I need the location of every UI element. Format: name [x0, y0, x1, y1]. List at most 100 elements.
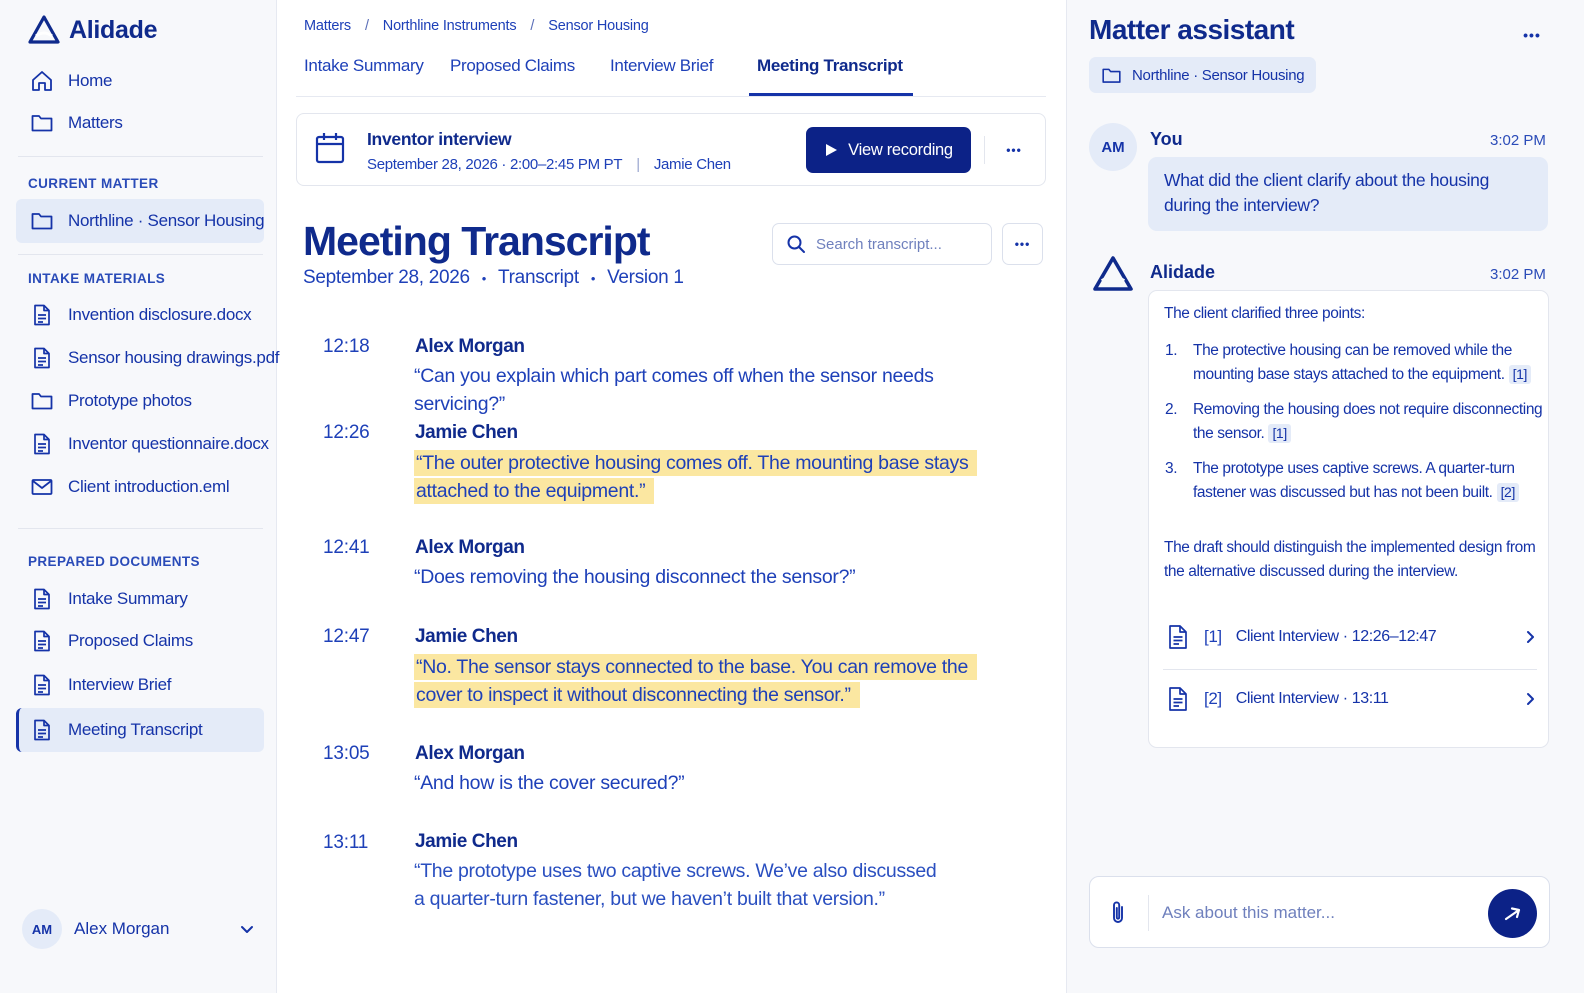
- search-icon: [787, 235, 805, 253]
- citation-badge[interactable]: [1]: [1508, 365, 1531, 384]
- meta-dot: •: [590, 271, 596, 286]
- speaker-name: Alex Morgan: [415, 336, 525, 357]
- avatar: AM: [22, 909, 62, 949]
- chat-composer: [1089, 876, 1550, 948]
- calendar-icon: [315, 133, 345, 164]
- ai-intro: The client clarified three points:: [1164, 305, 1365, 322]
- meeting-more-button[interactable]: •••: [999, 136, 1029, 164]
- speaker-name: Jamie Chen: [415, 831, 518, 852]
- document-version: Version 1: [607, 267, 684, 288]
- user-message-time: 3:02 PM: [1490, 132, 1546, 149]
- meeting-title: Inventor interview: [367, 129, 512, 149]
- breadcrumb-matters[interactable]: Matters: [304, 18, 351, 34]
- send-arrow-icon: [1504, 906, 1520, 920]
- source-ref: [1]: [1204, 627, 1222, 646]
- user-menu[interactable]: AM Alex Morgan: [22, 907, 256, 951]
- document-icon: [34, 588, 50, 610]
- user-message-name: You: [1150, 129, 1183, 149]
- timestamp[interactable]: 13:05: [323, 743, 370, 765]
- view-recording-label: View recording: [848, 140, 953, 159]
- citation-badge[interactable]: [1]: [1268, 424, 1291, 443]
- speaker-name: Jamie Chen: [415, 422, 518, 443]
- chevron-right-icon: [1527, 693, 1534, 705]
- tab-meeting-transcript[interactable]: Meeting Transcript: [757, 56, 903, 96]
- intake-item-label: Inventor questionnaire.docx: [68, 434, 269, 453]
- ai-point-number: 3.: [1165, 460, 1178, 477]
- ai-point-number: 1.: [1165, 342, 1178, 359]
- search-input[interactable]: [816, 235, 986, 253]
- transcript-line: “No. The sensor stays connected to the b…: [414, 653, 1012, 709]
- document-more-button[interactable]: •••: [1002, 223, 1043, 265]
- ai-point-text: The prototype uses captive screws. A qua…: [1193, 460, 1515, 501]
- mail-icon: [31, 479, 53, 495]
- user-name: Alex Morgan: [74, 919, 170, 938]
- brand[interactable]: Alidade: [27, 14, 158, 46]
- folder-icon: [31, 213, 53, 230]
- play-icon: [826, 144, 838, 156]
- view-recording-button[interactable]: View recording: [806, 127, 971, 173]
- prepared-item-intake-summary[interactable]: Intake Summary: [16, 577, 264, 621]
- meeting-datetime: September 28, 2026 · 2:00–2:45 PM PT: [367, 156, 623, 173]
- ai-points: 1. The protective housing can be removed…: [1165, 339, 1543, 516]
- citation-badge[interactable]: [2]: [1496, 483, 1519, 502]
- nav-home-label: Home: [68, 71, 113, 90]
- page-title: Meeting Transcript: [303, 218, 651, 264]
- assistant-panel: Matter assistant ••• Northline · Sensor …: [1066, 0, 1584, 993]
- transcript-line: “The outer protective housing comes off.…: [414, 449, 978, 505]
- current-matter-heading: CURRENT MATTER: [28, 176, 159, 191]
- alidade-logo-icon: [1093, 256, 1133, 291]
- intake-item-inventor-questionnaire[interactable]: Inventor questionnaire.docx: [16, 422, 269, 466]
- folder-icon: [31, 393, 53, 410]
- source-label: Client Interview · 12:26–12:47: [1235, 628, 1437, 645]
- meeting-meta-separator: |: [636, 156, 640, 173]
- paperclip-icon[interactable]: [1107, 899, 1129, 927]
- sidebar-divider: [18, 528, 263, 529]
- document-icon: [34, 674, 50, 696]
- prepared-item-proposed-claims[interactable]: Proposed Claims: [16, 619, 264, 663]
- brand-name: Alidade: [69, 15, 158, 44]
- highlighted-quote: “The outer protective housing comes off.…: [414, 450, 978, 504]
- document-type: Transcript: [498, 267, 579, 288]
- intake-item-sensor-drawings[interactable]: Sensor housing drawings.pdf: [16, 336, 279, 380]
- assistant-more-button[interactable]: •••: [1507, 20, 1557, 50]
- sidebar-divider: [18, 156, 263, 157]
- source-link[interactable]: [1] Client Interview · 12:26–12:47: [1163, 608, 1537, 666]
- context-chip[interactable]: Northline · Sensor Housing: [1089, 57, 1317, 93]
- breadcrumb-sensor-housing[interactable]: Sensor Housing: [548, 18, 649, 34]
- prepared-item-interview-brief[interactable]: Interview Brief: [16, 663, 264, 707]
- breadcrumb-separator: /: [530, 18, 535, 34]
- timestamp[interactable]: 12:18: [323, 336, 370, 358]
- chevron-right-icon: [1527, 631, 1534, 643]
- document-date: September 28, 2026: [303, 267, 470, 288]
- nav-matters[interactable]: Matters: [16, 101, 264, 145]
- timestamp[interactable]: 13:11: [323, 832, 368, 854]
- current-matter-item[interactable]: Northline · Sensor Housing: [16, 199, 265, 243]
- send-button[interactable]: [1488, 889, 1537, 938]
- speaker-name: Jamie Chen: [415, 626, 518, 647]
- chevron-down-icon[interactable]: [238, 920, 256, 938]
- tab-intake-summary[interactable]: Intake Summary: [304, 56, 424, 96]
- speaker-name: Alex Morgan: [415, 537, 525, 558]
- ai-point: 1. The protective housing can be removed…: [1165, 339, 1543, 387]
- source-link[interactable]: [2] Client Interview · 13:11: [1163, 670, 1537, 728]
- timestamp[interactable]: 12:41: [323, 537, 370, 559]
- ai-point-number: 2.: [1165, 401, 1178, 418]
- home-icon: [32, 71, 52, 91]
- document-meta: September 28, 2026 • Transcript • Versio…: [303, 267, 684, 291]
- chat-input[interactable]: [1162, 897, 1472, 929]
- transcript-line: “And how is the cover secured?”: [414, 772, 685, 794]
- tab-interview-brief[interactable]: Interview Brief: [610, 56, 714, 96]
- tab-proposed-claims[interactable]: Proposed Claims: [450, 56, 575, 96]
- document-icon: [1169, 625, 1187, 649]
- nav-home[interactable]: Home: [16, 59, 264, 103]
- breadcrumb-northline[interactable]: Northline Instruments: [383, 18, 517, 34]
- prepared-item-meeting-transcript[interactable]: Meeting Transcript: [16, 708, 264, 752]
- transcript-line: “Does removing the housing disconnect th…: [414, 566, 856, 588]
- intake-item-invention-disclosure[interactable]: Invention disclosure.docx: [16, 293, 264, 337]
- timestamp[interactable]: 12:26: [323, 422, 370, 444]
- prepared-item-label: Intake Summary: [68, 589, 188, 608]
- timestamp[interactable]: 12:47: [323, 626, 370, 648]
- active-tab-indicator: [749, 93, 913, 96]
- intake-item-prototype-photos[interactable]: Prototype photos: [16, 379, 264, 423]
- intake-item-client-introduction[interactable]: Client introduction.eml: [16, 465, 264, 509]
